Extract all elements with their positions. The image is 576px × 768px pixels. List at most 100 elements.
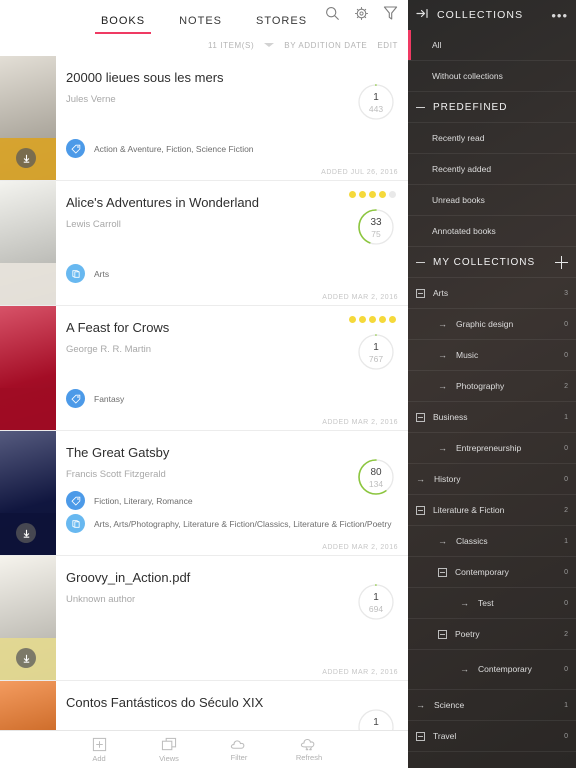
tag-row[interactable]: Action & Aventure, Fiction, Science Fict… [66, 139, 254, 158]
tab-stores[interactable]: STORES [256, 15, 307, 34]
book-cover[interactable] [0, 306, 56, 430]
tab-books[interactable]: BOOKS [94, 15, 152, 34]
collection-item[interactable]: Poetry 2 [408, 619, 576, 650]
book-cover[interactable] [0, 556, 56, 680]
total-pages: 767 [368, 354, 384, 364]
sidebar-item[interactable]: Without collections [408, 61, 576, 92]
collection-count: 2 [564, 506, 568, 514]
rating-star[interactable] [389, 316, 396, 323]
rating[interactable] [349, 191, 396, 198]
rating[interactable] [349, 316, 396, 323]
book-row[interactable]: 20000 lieues sous les mers Jules Verne Act… [0, 56, 408, 181]
views-button[interactable]: Views [146, 737, 192, 763]
collection-item[interactable]: Travel 0 [408, 721, 576, 752]
collection-item[interactable]: → Test 0 [408, 588, 576, 619]
book-cover[interactable] [0, 181, 56, 305]
sort-caret-icon[interactable] [264, 43, 275, 47]
predefined-item[interactable]: Recently added [408, 154, 576, 185]
book-row[interactable]: A Feast for Crows George R. R. Martin Fant… [0, 306, 408, 431]
collection-count: 2 [564, 630, 568, 638]
collection-item[interactable]: Arts 3 [408, 278, 576, 309]
predefined-item[interactable]: Unread books [408, 185, 576, 216]
filter-button[interactable]: Filter [216, 737, 262, 762]
collection-item[interactable]: → Photography 2 [408, 371, 576, 402]
collection-item[interactable]: → History 0 [408, 464, 576, 495]
tag-row[interactable]: Fantasy [66, 389, 124, 408]
rating-star[interactable] [359, 191, 366, 198]
my-collections-section-header[interactable]: MY COLLECTIONS [408, 247, 576, 278]
book-cover[interactable] [0, 681, 56, 730]
collection-item[interactable]: → Science 1 [408, 690, 576, 721]
book-row[interactable]: The Great Gatsby Francis Scott Fitzgerald… [0, 431, 408, 556]
collapse-toggle-icon[interactable] [416, 288, 425, 298]
rating-star[interactable] [389, 191, 396, 198]
tag-row[interactable]: Fiction, Literary, Romance [66, 491, 391, 510]
predefined-item[interactable]: Recently read [408, 123, 576, 154]
current-page: 1 [373, 717, 379, 728]
reading-progress: 1 767 [356, 332, 396, 372]
collapse-toggle-icon[interactable] [416, 731, 425, 741]
collection-count: 2 [564, 382, 568, 390]
rating-star[interactable] [379, 191, 386, 198]
collapse-panel-icon[interactable] [416, 6, 429, 24]
collection-count: 1 [564, 537, 568, 545]
refresh-cloud-icon [300, 737, 318, 751]
more-icon[interactable]: ••• [551, 8, 568, 23]
edit-button[interactable]: EDIT [377, 41, 398, 50]
refresh-label: Refresh [295, 753, 323, 762]
collection-count: 3 [564, 289, 568, 297]
arrow-icon: → [438, 318, 447, 329]
collection-item[interactable]: → Entrepreneurship 0 [408, 433, 576, 464]
collection-item[interactable]: → Graphic design 0 [408, 309, 576, 340]
add-button[interactable]: Add [76, 737, 122, 763]
sort-label[interactable]: BY ADDITION DATE [284, 41, 367, 50]
collection-label: Travel [433, 731, 457, 741]
rating-star[interactable] [349, 191, 356, 198]
predefined-list: Recently read Recently added Unread books A… [408, 123, 576, 247]
collection-item[interactable]: → Music 0 [408, 340, 576, 371]
rating-star[interactable] [369, 191, 376, 198]
collection-label: Without collections [432, 71, 503, 81]
collection-item[interactable]: Contemporary 0 [408, 557, 576, 588]
sidebar-item[interactable]: All [408, 30, 576, 61]
rating-star[interactable] [369, 316, 376, 323]
arrow-icon: → [438, 535, 447, 546]
gear-icon[interactable] [354, 6, 369, 21]
collection-item[interactable]: Business 1 [408, 402, 576, 433]
rating-star[interactable] [379, 316, 386, 323]
book-row[interactable]: Contos Fantásticos do Século XIX 1 [0, 681, 408, 730]
refresh-button[interactable]: Refresh [286, 737, 332, 762]
rating-star[interactable] [349, 316, 356, 323]
collection-label: Photography [456, 381, 505, 391]
book-cover[interactable] [0, 431, 56, 555]
rating-star[interactable] [359, 316, 366, 323]
search-icon[interactable] [325, 6, 340, 21]
predefined-section-header[interactable]: PREDEFINED [408, 92, 576, 123]
collection-label: Contemporary [478, 663, 532, 674]
filter-label: Filter [230, 753, 248, 762]
plus-icon[interactable] [555, 255, 568, 269]
collection-label: Recently read [432, 133, 485, 143]
collapse-toggle-icon[interactable] [416, 505, 425, 515]
book-cover[interactable] [0, 56, 56, 180]
filter-icon[interactable] [383, 5, 398, 21]
collection-count: 0 [564, 320, 568, 328]
predefined-item[interactable]: Annotated books [408, 216, 576, 247]
book-row[interactable]: Alice's Adventures in Wonderland Lewis Ca… [0, 181, 408, 306]
collapse-toggle-icon[interactable] [416, 412, 425, 422]
collection-icon [66, 264, 85, 283]
collection-icon [66, 514, 85, 533]
book-info: Groovy_in_Action.pdf Unknown author 1 694 AD… [56, 556, 408, 680]
current-page: 1 [373, 92, 379, 103]
collapse-toggle-icon[interactable] [438, 567, 447, 577]
tag-row[interactable]: Arts [66, 264, 109, 283]
tab-notes[interactable]: NOTES [179, 15, 222, 34]
collection-item[interactable]: Literature & Fiction 2 [408, 495, 576, 526]
my-collections-label: MY COLLECTIONS [433, 256, 536, 268]
collapse-toggle-icon[interactable] [438, 629, 447, 639]
tag-row[interactable]: Arts, Arts/Photography, Literature & Fic… [66, 514, 391, 533]
book-row[interactable]: Groovy_in_Action.pdf Unknown author 1 694 AD… [0, 556, 408, 681]
collection-label: All [432, 40, 442, 50]
collection-item[interactable]: → Classics 1 [408, 526, 576, 557]
collection-item[interactable]: → Contemporary 0 [408, 650, 576, 690]
